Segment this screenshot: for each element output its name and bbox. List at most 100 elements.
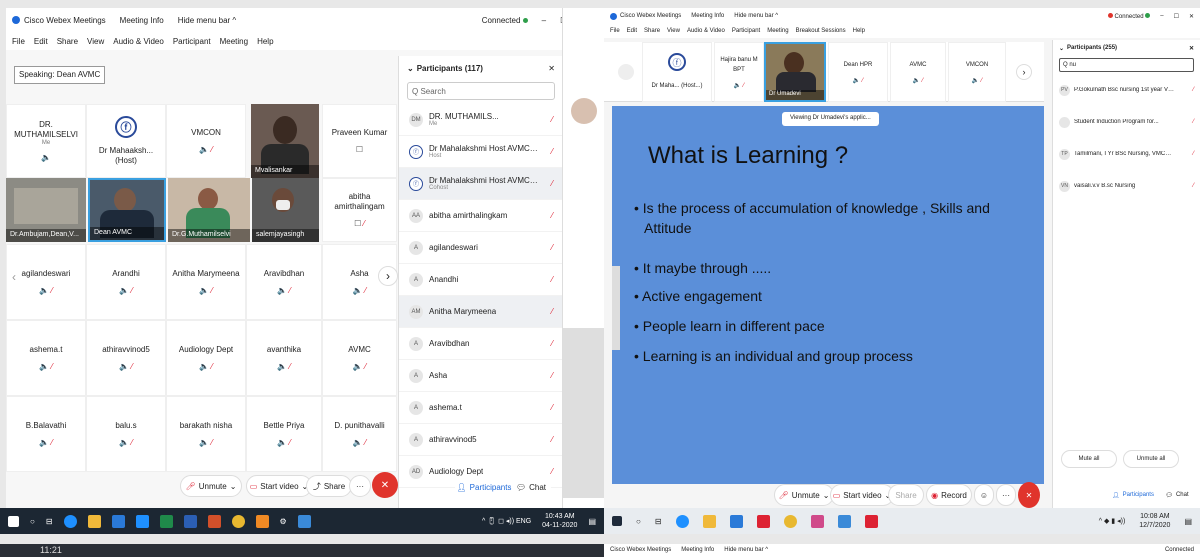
participants-search-input[interactable]: Q nu	[1059, 58, 1194, 72]
edge-icon[interactable]	[63, 514, 77, 528]
app3-icon[interactable]	[864, 514, 878, 528]
participant-row[interactable]: A Asha ⁄	[399, 360, 563, 392]
search-icon[interactable]: ○	[636, 517, 641, 526]
strip-tile-dean-hpr[interactable]: Dean HPR 🔈 ⁄	[828, 42, 888, 102]
strip-tile-avmc[interactable]: AVMC 🔈 ⁄	[890, 42, 946, 102]
mic-muted-icon[interactable]: ⁄	[552, 115, 553, 124]
video-dean-avmc[interactable]: Dean AVMC	[88, 178, 166, 242]
app-icon[interactable]	[297, 514, 311, 528]
strip-next-arrow[interactable]: ›	[1016, 64, 1032, 80]
edge-icon[interactable]	[675, 514, 689, 528]
record-button[interactable]: ◉ Record	[926, 484, 972, 506]
grid-tile[interactable]: AVMC 🔈 ⁄	[322, 320, 397, 396]
mic-muted-icon[interactable]: ⁄	[552, 371, 553, 380]
participant-row[interactable]: Aathiravvinod5 ⁄	[399, 424, 563, 456]
mic-muted-icon[interactable]: ⁄	[552, 467, 553, 476]
chrome-icon[interactable]	[783, 514, 797, 528]
notifications-icon[interactable]: ▤	[1184, 517, 1192, 526]
mute-all-button[interactable]: Mute all	[1061, 450, 1117, 468]
close-icon[interactable]: ✕	[1189, 13, 1194, 20]
file-explorer-icon[interactable]	[702, 514, 716, 528]
menu-item-3[interactable]: View	[667, 28, 680, 34]
share-button[interactable]: ⤴ Share	[306, 475, 352, 497]
start-video-button[interactable]: ▭Start video ⌄	[246, 475, 312, 497]
mic-muted-icon[interactable]: ⁄	[1193, 119, 1194, 125]
video-dr-g-muthamilselvi[interactable]: Dr.G.Muthamilselvi	[168, 178, 250, 242]
more-options-button[interactable]: ···	[349, 475, 371, 497]
grid-tile[interactable]: Aravibdhan 🔈 ⁄	[246, 244, 322, 320]
video-mvalisankar[interactable]: Mvalisankar	[251, 104, 319, 178]
menu-item-0[interactable]: File	[12, 37, 25, 46]
unmute-button[interactable]: 🎤︎ Unmute ⌄	[180, 475, 242, 497]
grid-tile[interactable]: Audiology Dept 🔈 ⁄	[166, 320, 246, 396]
mic-muted-icon[interactable]: ⁄	[552, 307, 553, 316]
hide-menu-bar-link[interactable]: Hide menu bar ^	[178, 16, 236, 25]
grid-tile[interactable]: agilandeswari 🔈 ⁄	[6, 244, 86, 320]
search-icon[interactable]: ○	[30, 517, 35, 526]
grid-tile[interactable]: Arandhi 🔈 ⁄	[86, 244, 166, 320]
mic-muted-icon[interactable]: ⁄	[552, 211, 553, 220]
chrome-icon[interactable]	[231, 514, 245, 528]
participant-row[interactable]: DM DR. MUTHAMILS... Me ⁄	[399, 104, 563, 136]
grid-prev-arrow[interactable]: ‹	[12, 270, 16, 284]
mail-icon[interactable]	[135, 514, 149, 528]
menu-item-6[interactable]: Meeting	[767, 28, 788, 34]
mic-muted-icon[interactable]: ⁄	[552, 147, 553, 156]
task-view-icon[interactable]: ⊟	[46, 517, 53, 526]
hide-menu-bar-link[interactable]: Hide menu bar ^	[734, 13, 778, 19]
mic-muted-icon[interactable]: ⁄	[1193, 87, 1194, 93]
word-icon[interactable]	[183, 514, 197, 528]
participant-row[interactable]: VN vaisali.v.v B.sc Nursing ⁄	[1053, 172, 1200, 200]
webex-taskbar-icon[interactable]	[255, 514, 269, 528]
grid-tile[interactable]: Bettle Priya 🔈 ⁄	[246, 396, 322, 472]
windows-start-icon[interactable]	[612, 516, 622, 526]
grid-tile[interactable]: barakath nisha 🔈 ⁄	[166, 396, 246, 472]
minimize-icon[interactable]: –	[542, 16, 546, 25]
menu-item-1[interactable]: Edit	[627, 28, 637, 34]
grid-tile[interactable]: balu.s 🔈 ⁄	[86, 396, 166, 472]
strip-tile-hajira[interactable]: Hajira banu M BPT 🔈 ⁄	[714, 42, 764, 102]
mic-muted-icon[interactable]: ⁄	[552, 243, 553, 252]
menu-item-7[interactable]: Breakout Sessions	[796, 28, 846, 34]
strip-video-umadevi[interactable]: Dr Umadevi	[764, 42, 826, 102]
close-panel-icon[interactable]: ✕	[1189, 45, 1194, 52]
participant-row[interactable]: A Aravibdhan ⁄	[399, 328, 563, 360]
minimize-icon[interactable]: –	[1160, 13, 1163, 19]
notifications-icon[interactable]: ▤	[588, 517, 596, 526]
menu-item-2[interactable]: Share	[644, 28, 660, 34]
menu-item-8[interactable]: Help	[853, 28, 865, 34]
strip-prev-arrow[interactable]	[618, 64, 634, 80]
menu-item-5[interactable]: Participant	[173, 37, 211, 46]
grid-next-arrow[interactable]: ›	[378, 266, 398, 286]
excel-icon[interactable]	[159, 514, 173, 528]
leave-meeting-button[interactable]: ✕	[372, 472, 398, 498]
store-icon[interactable]	[111, 514, 125, 528]
leave-meeting-button[interactable]: ✕	[1018, 482, 1040, 508]
participants-button[interactable]: 👤︎ Participants	[1107, 484, 1159, 506]
tile-praveen-kumar[interactable]: Praveen Kumar ☐	[322, 104, 397, 178]
file-explorer-icon[interactable]	[87, 514, 101, 528]
menu-item-4[interactable]: Audio & Video	[113, 37, 164, 46]
windows-start-icon[interactable]	[8, 515, 19, 527]
pdf-icon[interactable]	[756, 514, 770, 528]
unmute-button[interactable]: 🎤︎ Unmute ⌄	[774, 484, 834, 506]
task-view-icon[interactable]: ⊟	[655, 517, 662, 526]
settings-icon[interactable]: ⚙	[280, 517, 287, 526]
participant-row[interactable]: ⓕ Dr Mahalakshmi Host AVMC Scientif...Hos…	[399, 136, 563, 168]
mic-muted-icon[interactable]: ⁄	[552, 339, 553, 348]
powerpoint-icon[interactable]	[207, 514, 221, 528]
start-video-button[interactable]: ▭Start video ⌄	[830, 484, 894, 506]
participant-row[interactable]: Aashema.t ⁄	[399, 392, 563, 424]
mic-muted-icon[interactable]: ⁄	[552, 275, 553, 284]
mic-muted-icon[interactable]: ⁄	[1193, 151, 1194, 157]
participant-row[interactable]: A Anandhi ⁄	[399, 264, 563, 296]
chat-button[interactable]: 💬︎ Chat	[1159, 484, 1195, 506]
mic-muted-icon[interactable]: ⁄	[552, 179, 553, 188]
participant-row[interactable]: Aagilandeswari ⁄	[399, 232, 563, 264]
app-icon[interactable]	[810, 514, 824, 528]
participant-row[interactable]: AM Anitha Marymeena ⁄	[399, 296, 563, 328]
chat-button[interactable]: 💬︎ Chat	[511, 476, 551, 498]
share-button[interactable]: Share	[888, 484, 924, 506]
unmute-all-button[interactable]: Unmute all	[1123, 450, 1179, 468]
meeting-info-link[interactable]: Meeting Info	[691, 13, 724, 19]
